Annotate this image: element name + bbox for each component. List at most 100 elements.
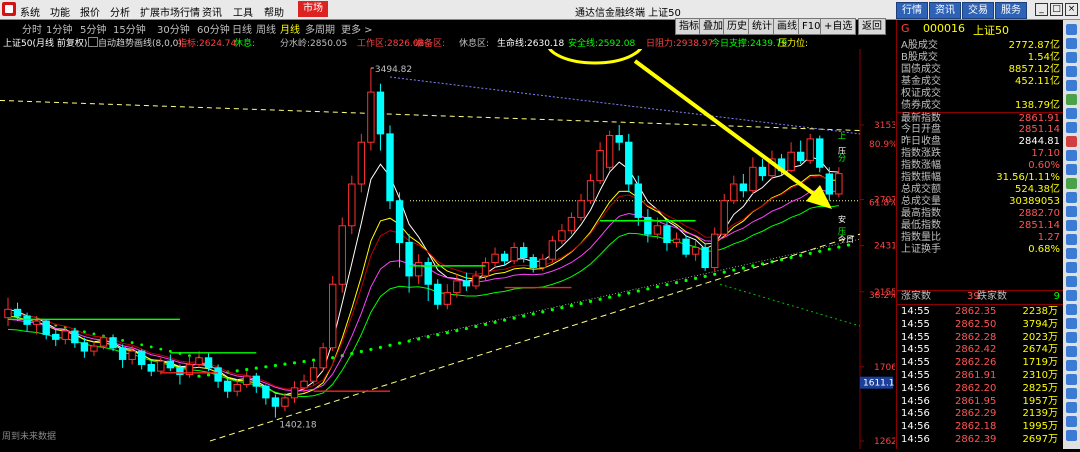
sidebar-tool-icon[interactable]	[1066, 290, 1077, 301]
tick-volume: 2310万	[1022, 370, 1058, 381]
tab-daily[interactable]: 日线	[232, 21, 252, 36]
menu-system[interactable]: 系统	[20, 4, 40, 19]
candle-body	[157, 360, 165, 372]
tick-volume: 1719万	[1022, 357, 1058, 369]
tick-row: 14:55 2861.91 2310万	[897, 370, 1064, 382]
tab-monthly[interactable]: 月线	[280, 21, 300, 36]
sidebar-tool-icon[interactable]	[1066, 346, 1077, 357]
tab-multi-period[interactable]: 多周期	[305, 21, 335, 36]
support-dot	[426, 335, 430, 339]
sidebar-tool-icon[interactable]	[1066, 360, 1077, 371]
menu-news[interactable]: 资讯	[202, 4, 222, 19]
candle-body	[586, 180, 595, 202]
quote-row-value: 2772.87亿	[1008, 40, 1060, 51]
tick-price: 2862.18	[955, 421, 997, 433]
sidebar-tool-icon[interactable]	[1066, 416, 1077, 427]
top-quote-button[interactable]: 行情	[896, 2, 928, 19]
sidebar-tool-icon[interactable]	[1066, 94, 1077, 105]
candle-body	[520, 246, 528, 259]
tab-5min[interactable]: 5分钟	[80, 21, 106, 36]
sidebar-tool-icon[interactable]	[1066, 108, 1077, 119]
top-trade-button[interactable]: 交易	[962, 2, 994, 19]
candle-body	[367, 91, 375, 143]
stats-button[interactable]: 统计	[748, 18, 776, 35]
menu-tools[interactable]: 工具	[233, 4, 253, 19]
sidebar-tool-icon[interactable]	[1066, 24, 1077, 35]
tab-60min[interactable]: 60分钟	[197, 21, 230, 36]
sidebar-tool-icon[interactable]	[1066, 52, 1077, 63]
sidebar-tool-icon[interactable]	[1066, 122, 1077, 133]
sidebar-tool-icon[interactable]	[1066, 374, 1077, 385]
candle-body	[577, 200, 585, 218]
close-icon[interactable]: ×	[1065, 3, 1078, 16]
tab-15min[interactable]: 15分钟	[113, 21, 146, 36]
support-dot	[159, 347, 163, 351]
support-dot	[684, 278, 688, 283]
right-marker-label: 分	[838, 153, 846, 162]
tick-volume: 3794万	[1022, 318, 1058, 330]
kline-chart[interactable]: 3153 2707 2431 2155 1706 1262 80.9% 61.8% 38.2% 1…	[0, 19, 898, 449]
sidebar-tool-icon[interactable]	[1066, 332, 1077, 343]
back-button[interactable]: 返回	[858, 18, 886, 35]
draw-line-button[interactable]: 画线	[773, 18, 801, 35]
maximize-icon[interactable]: □	[1050, 3, 1063, 16]
candle-body	[558, 230, 566, 242]
support-dot	[417, 337, 421, 341]
sidebar-tool-icon[interactable]	[1066, 402, 1077, 413]
quote-row: 指数量比 1.27	[897, 232, 1064, 244]
sidebar-tool-icon[interactable]	[1066, 192, 1077, 203]
sidebar-tool-icon[interactable]	[1066, 276, 1077, 287]
indicator-name[interactable]: 自动趋势画线(8,0,0)	[98, 36, 182, 49]
sidebar-tool-icon[interactable]	[1066, 304, 1077, 315]
menu-quote[interactable]: 报价	[80, 4, 100, 19]
sidebar-tool-icon[interactable]	[1066, 80, 1077, 91]
indicator-toggle-icon[interactable]	[88, 37, 98, 47]
tab-timeshare[interactable]: 分时	[22, 21, 42, 36]
sidebar-tool-icon[interactable]	[1066, 164, 1077, 175]
support-dot	[627, 291, 631, 295]
support-dot	[254, 366, 258, 370]
candle-body	[691, 246, 700, 255]
sidebar-tool-icon[interactable]	[1066, 206, 1077, 217]
support-dot	[359, 349, 363, 354]
menu-ext-market[interactable]: 扩展市场行情	[140, 4, 200, 19]
tab-1min[interactable]: 1分钟	[46, 21, 72, 36]
tick-time: 14:55	[901, 344, 930, 356]
candle-body	[329, 283, 337, 349]
sidebar-tool-icon[interactable]	[1066, 136, 1077, 147]
sidebar-tool-icon[interactable]	[1066, 262, 1077, 273]
tab-more[interactable]: 更多 >	[341, 21, 373, 36]
candle-body	[80, 342, 89, 352]
sidebar-tool-icon[interactable]	[1066, 248, 1077, 259]
support-dot	[722, 270, 726, 274]
sidebar-tool-icon[interactable]	[1066, 220, 1077, 231]
sidebar-tool-icon[interactable]	[1066, 234, 1077, 245]
minimize-icon[interactable]: _	[1035, 3, 1048, 16]
top-news-button[interactable]: 资讯	[929, 2, 961, 19]
sidebar-tool-icon[interactable]	[1066, 318, 1077, 329]
sidebar-tool-icon[interactable]	[1066, 430, 1077, 441]
top-service-button[interactable]: 服务	[995, 2, 1027, 19]
tab-weekly[interactable]: 周线	[256, 21, 276, 36]
menu-function[interactable]: 功能	[50, 4, 70, 19]
support-dot	[808, 251, 812, 255]
quote-row-label: 最低指数	[901, 220, 941, 231]
candle-body	[319, 347, 327, 369]
sidebar-tool-icon[interactable]	[1066, 388, 1077, 399]
sidebar-tool-icon[interactable]	[1066, 178, 1077, 189]
tab-30min[interactable]: 30分钟	[157, 21, 190, 36]
sidebar-tool-icon[interactable]	[1066, 150, 1077, 161]
tick-time: 14:56	[901, 395, 930, 407]
support-dot	[464, 326, 468, 331]
sidebar-tool-icon[interactable]	[1066, 38, 1077, 49]
menu-market-button[interactable]: 市场	[298, 1, 328, 17]
support-dot	[197, 374, 201, 378]
menu-analysis[interactable]: 分析	[110, 4, 130, 19]
candle-body	[138, 350, 146, 365]
tick-price: 2862.20	[955, 382, 997, 394]
add-watchlist-button[interactable]: +自选	[820, 18, 857, 35]
candle-body	[739, 183, 748, 192]
sidebar-tool-icon[interactable]	[1066, 66, 1077, 77]
history-button[interactable]: 历史	[723, 18, 751, 35]
menu-help[interactable]: 帮助	[264, 4, 284, 19]
